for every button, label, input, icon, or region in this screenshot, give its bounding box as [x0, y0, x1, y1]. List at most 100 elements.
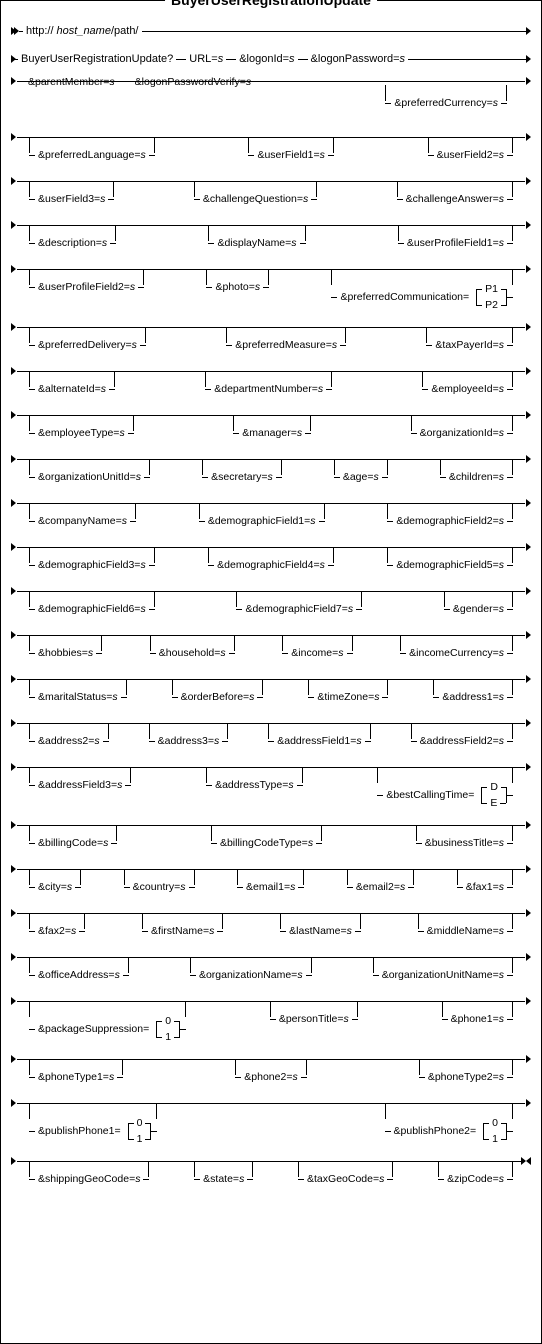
param-preferredLanguage: &preferredLanguage=s [29, 133, 155, 161]
param-income: &income=s [282, 631, 352, 659]
param-timeZone: &timeZone=s [308, 675, 388, 703]
param-billingCodeType: &billingCodeType=s [211, 821, 322, 849]
param-demographicField6: &demographicField6=s [29, 587, 155, 615]
param-household: &household=s [150, 631, 235, 659]
choice-p2: P2 [482, 299, 501, 311]
param-preferredDelivery: &preferredDelivery=s [29, 323, 146, 351]
param-label: &fax1= [466, 881, 499, 893]
param-label: &description= [38, 237, 102, 249]
diagram-content: http://host_name/path/ BuyerUserRegistra… [1, 1, 541, 1211]
param-secretary: &secretary=s [202, 455, 282, 483]
param-packageSuppression: &packageSuppression=01 [29, 997, 186, 1045]
param-label: &email1= [246, 881, 290, 893]
param-label: &addressField2= [420, 735, 499, 747]
param-organizationName: &organizationName=s [190, 953, 312, 981]
param-row: &phoneType1=s&phone2=s&phoneType2=s [11, 1055, 531, 1091]
param-publishPhone1: &publishPhone1=01 [29, 1099, 157, 1147]
param-label: &departmentNumber= [214, 383, 318, 395]
param-fax2: &fax2=s [29, 909, 85, 937]
param-demographicField4: &demographicField4=s [208, 543, 334, 571]
param-preferredMeasure: &preferredMeasure=s [226, 323, 346, 351]
param-label: &preferredLanguage= [38, 149, 140, 161]
param-label: &phoneType1= [38, 1071, 109, 1083]
url-host: host_name [57, 25, 111, 37]
param-alternateId: &alternateId=s [29, 367, 115, 395]
param-officeAddress: &officeAddress=s [29, 953, 129, 981]
param-phoneType1: &phoneType1=s [29, 1055, 123, 1083]
param-label: &challengeQuestion= [203, 193, 303, 205]
param-photo: &photo=s [206, 265, 269, 313]
choice-v1: 1 [489, 1133, 501, 1145]
param-row: &employeeType=s&manager=s&organizationId… [11, 411, 531, 447]
param-label: &displayName= [217, 237, 291, 249]
param-row: &description=s&displayName=s&userProfile… [11, 221, 531, 257]
param-addressField2: &addressField2=s [411, 719, 513, 747]
param-label: &demographicField6= [38, 603, 140, 615]
param-address3: &address3=s [149, 719, 229, 747]
param-label: &organizationUnitName= [382, 969, 499, 981]
param-row: &userField3=s&challengeQuestion=s&challe… [11, 177, 531, 213]
param-label: &address3= [158, 735, 214, 747]
param-label: &employeeType= [38, 427, 119, 439]
param-row: &officeAddress=s&organizationName=s&orga… [11, 953, 531, 989]
param-label: &userField2= [437, 149, 499, 161]
param-userProfileField1: &userProfileField1=s [398, 221, 513, 249]
param-row: &preferredLanguage=s&userField1=s&userFi… [11, 133, 531, 169]
param-label: &challengeAnswer= [406, 193, 499, 205]
param-row: &shippingGeoCode=s&state=s&taxGeoCode=s&… [11, 1157, 531, 1193]
url-path: /path/ [111, 25, 142, 37]
param-label: &alternateId= [38, 383, 101, 395]
param-businessTitle: &businessTitle=s [416, 821, 513, 849]
param-label: &demographicField2= [396, 515, 498, 527]
param-companyName: &companyName=s [29, 499, 136, 527]
param-label: &demographicField1= [208, 515, 310, 527]
param-organizationUnitName: &organizationUnitName=s [373, 953, 513, 981]
param-row: &organizationUnitId=s&secretary=s&age=s&… [11, 455, 531, 491]
param-billingCode: &billingCode=s [29, 821, 117, 849]
param-bestCallingTime: &bestCallingTime=DE [377, 763, 513, 811]
url-row: http://host_name/path/ [11, 21, 531, 41]
param-label: &manager= [242, 427, 297, 439]
param-addressType: &addressType=s [206, 763, 303, 811]
param-taxPayerId: &taxPayerId=s [426, 323, 513, 351]
param-label: &userProfileField1= [407, 237, 499, 249]
param-label: &age= [343, 471, 374, 483]
param-children: &children=s [440, 455, 513, 483]
param-label: &phone2= [244, 1071, 292, 1083]
param-label: &gender= [453, 603, 499, 615]
cmd-name: BuyerUserRegistrationUpdate? [18, 53, 176, 65]
logonid-param: &logonId= [239, 53, 289, 65]
param-label: &timeZone= [317, 691, 374, 703]
param-challengeAnswer: &challengeAnswer=s [397, 177, 513, 205]
param-label: &email2= [356, 881, 400, 893]
choice-v0: 0 [134, 1117, 146, 1129]
param-email1: &email1=s [237, 865, 304, 893]
param-taxGeoCode: &taxGeoCode=s [298, 1157, 393, 1185]
param-label: &phone1= [451, 1013, 499, 1025]
param-label: &organizationId= [420, 427, 499, 439]
preferredcurrency-param: &preferredCurrency= [394, 97, 492, 109]
param-organizationId: &organizationId=s [411, 411, 513, 439]
param-addressField3: &addressField3=s [29, 763, 131, 811]
choice-e: E [487, 797, 500, 809]
param-addressField1: &addressField1=s [268, 719, 370, 747]
param-label: &billingCodeType= [220, 837, 308, 849]
param-lastName: &lastName=s [280, 909, 361, 937]
param-label: &companyName= [38, 515, 122, 527]
row-3: &parentMember=s &logonPasswordVerify=s &… [11, 77, 531, 125]
param-label: &zipCode= [447, 1173, 499, 1185]
param-label: &photo= [215, 281, 254, 293]
param-zipCode: &zipCode=s [438, 1157, 513, 1185]
choice-v0: 0 [162, 1015, 174, 1027]
param-label: &preferredDelivery= [38, 339, 132, 351]
param-label: &demographicField4= [217, 559, 319, 571]
choice-v1: 1 [134, 1133, 146, 1145]
param-label: &preferredMeasure= [235, 339, 332, 351]
param-label: &state= [203, 1173, 239, 1185]
param-userField1: &userField1=s [248, 133, 333, 161]
choice-v0: 0 [489, 1117, 501, 1129]
param-label: &shippingGeoCode= [38, 1173, 135, 1185]
param-employeeType: &employeeType=s [29, 411, 134, 439]
param-phone2: &phone2=s [235, 1055, 306, 1083]
param-label: &firstName= [151, 925, 209, 937]
